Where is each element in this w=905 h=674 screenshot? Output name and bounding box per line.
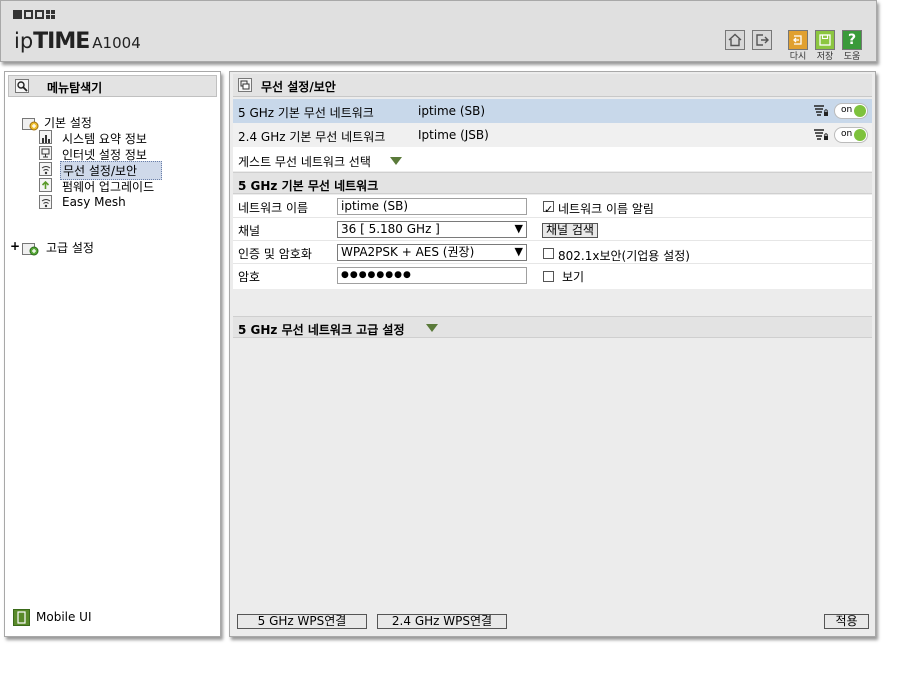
network-ssid: iptime (SB) <box>418 104 486 118</box>
network-name-input[interactable]: iptime (SB) <box>337 198 527 215</box>
network-toggle-24ghz[interactable]: on <box>834 127 868 143</box>
tree-item-label: 시스템 요약 정보 <box>62 132 147 146</box>
network-ssid: Iptime (JSB) <box>418 128 489 142</box>
menu-explorer-title: 메뉴탐색기 <box>47 81 103 95</box>
expand-marker[interactable]: + <box>10 239 20 253</box>
channel-value: 36 [ 5.180 GHz ] <box>341 222 440 236</box>
chevron-down-icon: ▼ <box>514 245 523 258</box>
form-row-password: 암호 ●●●●●●●● 보기 <box>233 264 872 287</box>
save-label: 저장 <box>816 52 834 62</box>
menu-explorer-header: 메뉴탐색기 <box>8 75 217 97</box>
channel-select[interactable]: 36 [ 5.180 GHz ] ▼ <box>337 221 527 238</box>
upgrade-icon <box>39 178 52 192</box>
section-title: 5 GHz 무선 네트워크 고급 설정 <box>238 323 405 337</box>
chevron-down-icon: ▼ <box>514 222 523 235</box>
chart-icon <box>39 130 52 144</box>
tree-group-basic-label: 기본 설정 <box>44 116 92 130</box>
guest-network-select[interactable]: 게스트 무선 네트워크 선택 <box>233 147 872 171</box>
network-band: 5 GHz 기본 무선 네트워크 <box>238 106 374 120</box>
home-button[interactable] <box>725 30 745 50</box>
main-panel: 무선 설정/보안 5 GHz 기본 무선 네트워크 iptime (SB) on… <box>229 71 876 637</box>
network-name-label: 네트워크 이름 <box>238 201 309 215</box>
reload-button[interactable] <box>788 30 808 50</box>
logo-ip: ip <box>14 29 34 53</box>
mobile-ui-link[interactable]: Mobile UI <box>13 608 133 628</box>
wifi-icon <box>39 162 52 176</box>
channel-search-button[interactable]: 채널 검색 <box>542 223 598 238</box>
enterprise-label: 802.1x보안(기업용 설정) <box>558 249 690 263</box>
mesh-icon <box>39 195 52 209</box>
auth-select[interactable]: WPA2PSK + AES (권장) ▼ <box>337 244 527 261</box>
section-header-advanced[interactable]: 5 GHz 무선 네트워크 고급 설정 <box>233 316 872 338</box>
window-icon <box>238 78 252 92</box>
network-band: 2.4 GHz 기본 무선 네트워크 <box>238 130 386 144</box>
check-icon: ✓ <box>544 203 554 216</box>
magnifier-icon <box>15 79 29 93</box>
auth-label: 인증 및 암호화 <box>238 247 312 261</box>
folder-open-icon <box>22 118 39 131</box>
page-title: 무선 설정/보안 <box>261 80 336 94</box>
folder-closed-icon <box>22 243 39 256</box>
wireless-form: 네트워크 이름 iptime (SB) ✓ 네트워크 이름 알림 채널 36 [… <box>233 195 872 289</box>
help-button[interactable]: ? <box>842 30 862 50</box>
filter-lock-icon[interactable] <box>813 104 829 118</box>
tree-item-label: Easy Mesh <box>62 195 126 209</box>
filter-lock-icon[interactable] <box>813 128 829 142</box>
logout-icon <box>756 34 769 46</box>
menu-explorer-panel: 메뉴탐색기 기본 설정 시스템 요약 정보 인터넷 설정 정보 무선 설정/보안 <box>4 71 221 637</box>
reload-label: 다시 <box>789 52 807 62</box>
reload-icon <box>793 35 802 45</box>
model-name: A1004 <box>92 34 141 52</box>
network-row-5ghz[interactable]: 5 GHz 기본 무선 네트워크 iptime (SB) on <box>233 99 872 123</box>
broadcast-label: 네트워크 이름 알림 <box>558 202 654 216</box>
section-header-basic: 5 GHz 기본 무선 네트워크 <box>233 172 872 194</box>
network-toggle-5ghz[interactable]: on <box>834 103 868 119</box>
logo-time: TIME <box>33 29 90 54</box>
main-panel-header: 무선 설정/보안 <box>233 74 872 97</box>
logo: ipTIME A1004 <box>14 29 141 54</box>
wps-24ghz-button[interactable]: 2.4 GHz WPS연결 <box>377 614 507 629</box>
tree-item-label: 펌웨어 업그레이드 <box>62 180 155 194</box>
auth-value: WPA2PSK + AES (권장) <box>341 245 475 259</box>
home-icon <box>728 33 742 47</box>
mobile-ui-label: Mobile UI <box>36 610 92 624</box>
broadcast-checkbox[interactable]: ✓ <box>543 201 554 215</box>
tree-group-advanced-label: 고급 설정 <box>46 241 94 255</box>
expand-triangle-icon[interactable] <box>426 324 438 332</box>
show-password-checkbox[interactable] <box>543 271 554 282</box>
channel-label: 채널 <box>238 224 261 238</box>
help-icon: ? <box>847 32 857 48</box>
form-row-channel: 채널 36 [ 5.180 GHz ] ▼ 채널 검색 <box>233 218 872 241</box>
guest-network-label: 게스트 무선 네트워크 선택 <box>238 155 371 169</box>
show-password-label: 보기 <box>562 270 585 284</box>
enterprise-checkbox[interactable] <box>543 248 554 259</box>
toggle-text: on <box>841 129 853 139</box>
brand-squares-icon <box>13 10 57 22</box>
save-icon <box>819 34 831 46</box>
toggle-text: on <box>841 105 853 115</box>
expand-triangle-icon[interactable] <box>390 157 402 165</box>
form-row-auth: 인증 및 암호화 WPA2PSK + AES (권장) ▼ 802.1x보안(기… <box>233 241 872 264</box>
network-row-24ghz[interactable]: 2.4 GHz 기본 무선 네트워크 Iptime (JSB) on <box>233 123 872 147</box>
mobile-icon <box>13 609 30 626</box>
help-label: 도움 <box>843 52 861 62</box>
apply-button[interactable]: 적용 <box>824 614 869 629</box>
section-title: 5 GHz 기본 무선 네트워크 <box>238 179 379 193</box>
wps-5ghz-button[interactable]: 5 GHz WPS연결 <box>237 614 367 629</box>
save-button[interactable] <box>815 30 835 50</box>
logout-button[interactable] <box>752 30 772 50</box>
header-bar: ipTIME A1004 다시 저장 ? 도움 <box>0 0 877 62</box>
password-label: 암호 <box>238 270 261 284</box>
form-row-network-name: 네트워크 이름 iptime (SB) ✓ 네트워크 이름 알림 <box>233 195 872 218</box>
monitor-icon <box>39 146 52 160</box>
password-input[interactable]: ●●●●●●●● <box>337 267 527 284</box>
